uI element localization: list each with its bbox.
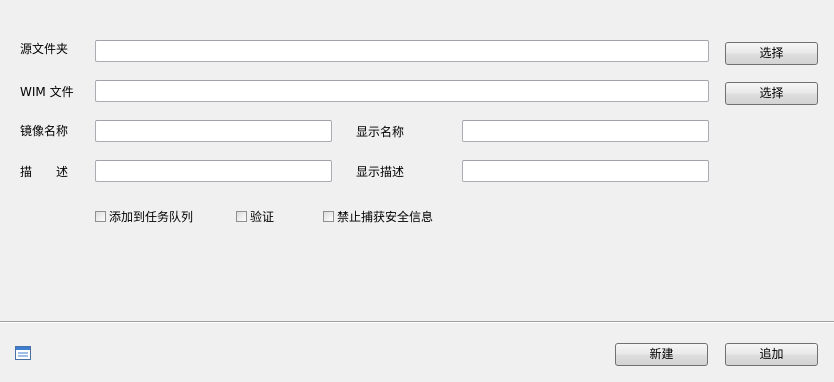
- source-folder-input[interactable]: [95, 40, 709, 62]
- no-security-capture-checkbox[interactable]: 禁止捕获安全信息: [323, 208, 433, 224]
- display-description-label: 显示描述: [356, 165, 405, 179]
- display-description-input[interactable]: [462, 160, 709, 182]
- image-name-label: 镜像名称: [20, 124, 69, 138]
- new-button[interactable]: 新建: [615, 343, 708, 366]
- source-folder-browse-button[interactable]: 选择: [725, 42, 818, 65]
- description-label-char-1: 描: [20, 165, 33, 179]
- description-input[interactable]: [95, 160, 332, 182]
- checkbox-box[interactable]: [95, 210, 106, 222]
- wim-file-input[interactable]: [95, 80, 709, 102]
- verify-checkbox[interactable]: 验证: [236, 208, 274, 224]
- add-to-queue-checkbox[interactable]: 添加到任务队列: [95, 208, 193, 224]
- image-name-input[interactable]: [95, 120, 332, 142]
- no-security-capture-label: 禁止捕获安全信息: [337, 209, 434, 224]
- display-name-label: 显示名称: [356, 125, 405, 139]
- wim-file-label: WIM 文件: [20, 85, 74, 99]
- verify-label: 验证: [250, 209, 275, 224]
- append-button[interactable]: 追加: [725, 343, 818, 366]
- add-to-queue-label: 添加到任务队列: [109, 209, 194, 224]
- display-name-input[interactable]: [462, 120, 709, 142]
- wim-file-browse-button[interactable]: 选择: [725, 82, 818, 105]
- source-folder-label: 源文件夹: [20, 42, 69, 56]
- footer-divider: [0, 321, 834, 323]
- checkbox-box[interactable]: [236, 210, 247, 222]
- description-label: 描 述: [20, 162, 68, 182]
- checkbox-box[interactable]: [323, 210, 334, 222]
- description-label-char-2: 述: [55, 165, 68, 179]
- window-icon: [15, 346, 31, 360]
